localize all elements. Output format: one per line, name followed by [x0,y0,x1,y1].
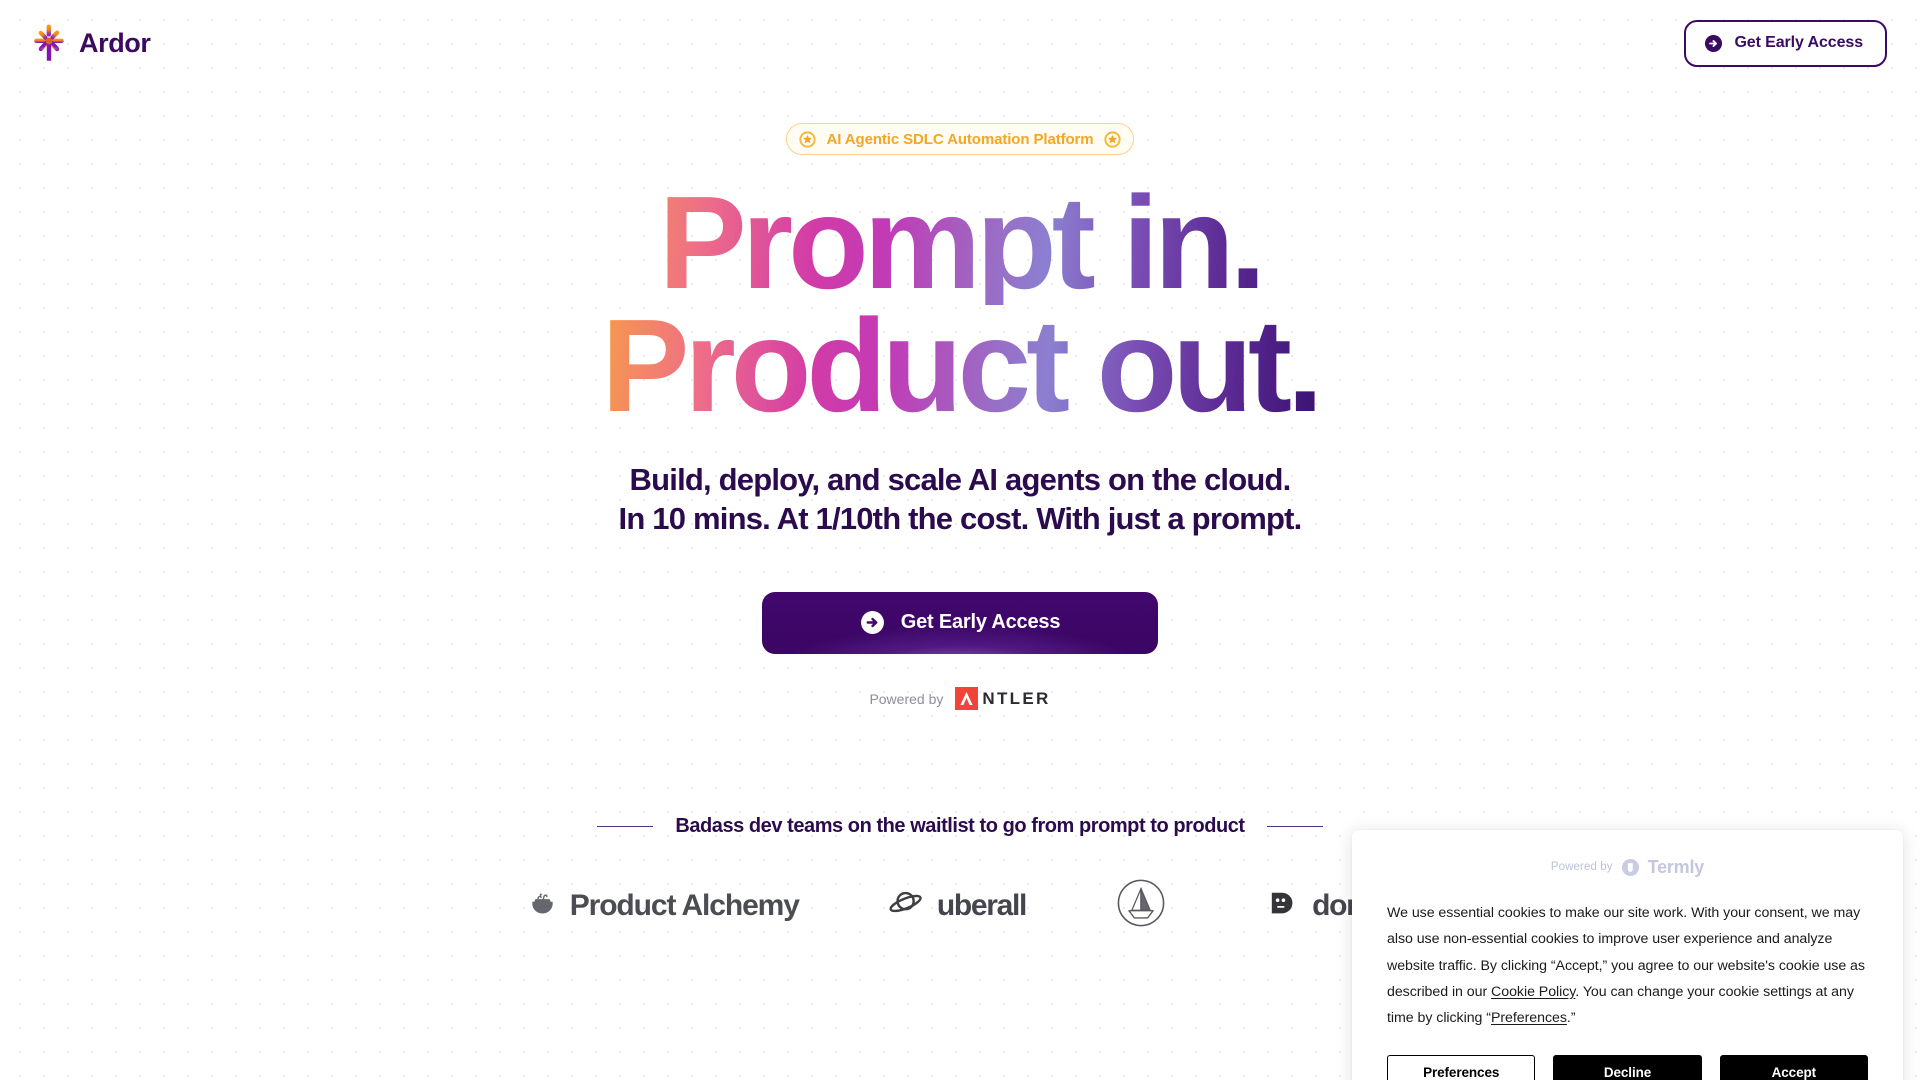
hero-subheadline: Build, deploy, and scale AI agents on th… [618,460,1303,539]
powered-by-label: Powered by [869,690,944,707]
hero-get-early-access-button[interactable]: Get Early Access [762,591,1158,654]
arrow-right-circle-icon [1704,34,1723,53]
site-header: Ardor Get Early Access [0,0,1920,86]
social-proof-heading-text: Badass dev teams on the waitlist to go f… [675,815,1245,837]
hero-subheadline-line-1: Build, deploy, and scale AI agents on th… [629,461,1292,497]
cookie-preferences-button[interactable]: Preferences [1387,1055,1536,1080]
termly-powered-by-label: Powered by [1550,861,1613,873]
header-cta-label: Get Early Access [1734,34,1863,51]
cookie-text-part-3: .” [1566,1010,1576,1027]
antler-logo: NTLER [955,687,1051,711]
termly-wordmark: Termly [1647,857,1705,877]
cauldron-icon [527,888,558,924]
divider-right [1266,825,1323,828]
dormy-face-d-icon [1268,888,1300,923]
cookie-consent-text: We use essential cookies to make our sit… [1387,900,1868,1031]
cookie-decline-button[interactable]: Decline [1553,1055,1702,1080]
hero-badge: AI Agentic SDLC Automation Platform [786,123,1134,155]
divider-left [597,825,654,828]
logo-label: uberall [936,888,1028,922]
cookie-consent-banner: Powered by Termly We use essential cooki… [1352,830,1903,1080]
logo-sailboat-circle [1116,878,1178,933]
star-circle-icon [799,130,817,148]
antler-wordmark: NTLER [982,688,1051,708]
cookie-accept-button[interactable]: Accept [1719,1055,1868,1080]
social-proof-heading: Badass dev teams on the waitlist to go f… [597,815,1323,838]
arrow-right-circle-icon [860,610,885,635]
hero-headline-line-2: Product out. [601,291,1323,439]
cookie-actions: Preferences Decline Accept [1387,1055,1868,1080]
logo-product-alchemy: Product Alchemy [527,888,800,924]
hero-badge-label: AI Agentic SDLC Automation Platform [826,130,1094,148]
termly-badge-icon [1621,858,1640,877]
hero-section: AI Agentic SDLC Automation Platform Prom… [0,0,1920,711]
hero-headline-line-1: Prompt in. [601,177,1318,309]
cookie-policy-link[interactable]: Cookie Policy [1491,984,1575,1000]
logo-uberall: uberall [889,888,1028,923]
sailboat-circle-icon [1116,878,1166,933]
brand-logo[interactable]: Ardor [30,21,151,65]
preferences-link[interactable]: Preferences [1491,1010,1567,1026]
powered-by-antler: Powered by NTLER [869,687,1051,711]
saturn-planet-icon [889,888,925,923]
logo-label: Product Alchemy [569,888,800,922]
hero-cta-label: Get Early Access [900,611,1061,634]
ardor-starburst-icon [30,24,68,62]
header-get-early-access-button[interactable]: Get Early Access [1684,19,1887,67]
antler-lambda-icon [955,687,979,711]
brand-name: Ardor [79,27,151,58]
star-circle-icon [1103,130,1121,148]
hero-headline: Prompt in. Product out. [601,177,1323,439]
termly-attribution: Powered by Termly [1387,856,1868,878]
hero-subheadline-line-2: In 10 mins. At 1/10th the cost. With jus… [618,501,1303,537]
